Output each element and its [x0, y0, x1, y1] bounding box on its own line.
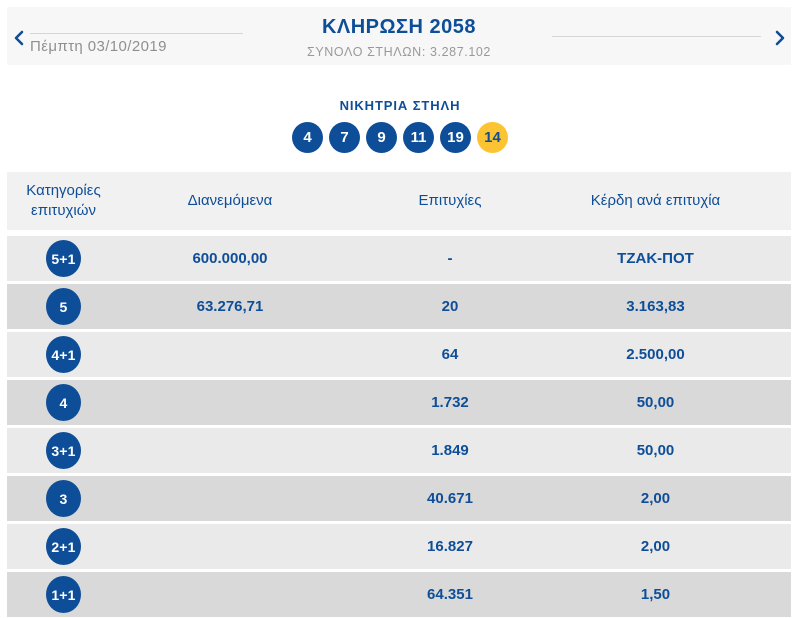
winnings-cell: 3.163,83: [626, 298, 685, 315]
column-header-categories: Κατηγορίες επιτυχιών: [26, 181, 101, 219]
draw-date-block: Πέμπτη 03/10/2019: [30, 33, 243, 55]
winning-number-ball: 4: [292, 122, 323, 153]
results-table: Κατηγορίες επιτυχιών Διανεμόμενα Επιτυχί…: [7, 172, 791, 617]
next-draw-button[interactable]: [771, 29, 789, 47]
winning-number-ball: 11: [403, 122, 434, 153]
category-cell: 5+1: [7, 236, 120, 281]
table-row: 5 63.276,71 20 3.163,83: [7, 284, 791, 329]
distributed-cell: [120, 524, 340, 569]
winnings-cell: 50,00: [636, 394, 675, 411]
category-badge-label: 1+1: [46, 576, 81, 613]
distributed-cell: [120, 380, 340, 425]
table-row: 4+1 64 2.500,00: [7, 332, 791, 377]
winners-cell: 1.849: [431, 442, 469, 459]
previous-draw-button[interactable]: [9, 29, 27, 47]
distributed-cell: 600.000,00: [192, 250, 268, 267]
winners-cell: 64: [441, 346, 459, 363]
category-badge-label: 4+1: [46, 336, 81, 373]
category-badge-label: 2+1: [46, 528, 81, 565]
total-columns-label: ΣΥΝΟΛΟ ΣΤΗΛΩΝ: 3.287.102: [307, 45, 491, 59]
category-cell: 1+1: [7, 572, 120, 617]
winnings-cell: 2,00: [640, 490, 671, 507]
distributed-cell: [120, 428, 340, 473]
winnings-cell: 2.500,00: [626, 346, 685, 363]
winning-number-ball: 9: [366, 122, 397, 153]
category-cell: 5: [7, 284, 120, 329]
table-row: 1+1 64.351 1,50: [7, 572, 791, 617]
category-badge-label: 3: [46, 480, 81, 517]
winners-cell: 20: [441, 298, 459, 315]
winning-column-title: ΝΙΚΗΤΡΙΑ ΣΤΗΛΗ: [339, 98, 461, 113]
category-badge-label: 5: [46, 288, 81, 325]
column-header-winnings: Κέρδη ανά επιτυχία: [590, 191, 721, 209]
table-row: 2+1 16.827 2,00: [7, 524, 791, 569]
category-badge-label: 3+1: [46, 432, 81, 469]
winners-cell: 1.732: [431, 394, 469, 411]
winners-cell: 16.827: [427, 538, 473, 555]
category-cell: 2+1: [7, 524, 120, 569]
results-table-header: Κατηγορίες επιτυχιών Διανεμόμενα Επιτυχί…: [7, 172, 791, 230]
draw-heading-block: ΚΛΗΡΩΣΗ 2058 ΣΥΝΟΛΟ ΣΤΗΛΩΝ: 3.287.102: [307, 16, 491, 59]
distributed-cell: 63.276,71: [196, 298, 264, 315]
left-divider-line: [30, 33, 243, 34]
draw-date: Πέμπτη 03/10/2019: [30, 38, 167, 55]
winnings-cell: 50,00: [636, 442, 675, 459]
category-cell: 4: [7, 380, 120, 425]
distributed-cell: [120, 572, 340, 617]
category-cell: 3+1: [7, 428, 120, 473]
results-body: 5+1 600.000,00 - ΤΖΑΚ-ΠΟΤ 5 63.276,71 20…: [7, 236, 791, 617]
winners-cell: -: [447, 250, 453, 267]
winners-cell: 40.671: [427, 490, 473, 507]
winnings-cell: 2,00: [640, 538, 671, 555]
winning-column-section: ΝΙΚΗΤΡΙΑ ΣΤΗΛΗ 4 7 9 11 19 14: [0, 98, 800, 153]
category-badge-label: 5+1: [46, 240, 81, 277]
winning-numbers: 4 7 9 11 19 14: [0, 122, 800, 153]
winning-number-ball: 7: [329, 122, 360, 153]
table-row: 3 40.671 2,00: [7, 476, 791, 521]
winnings-cell: 1,50: [640, 586, 671, 603]
distributed-cell: [120, 476, 340, 521]
chevron-right-icon: [775, 30, 786, 46]
winning-number-ball: 14: [477, 122, 508, 153]
winners-cell: 64.351: [427, 586, 473, 603]
table-row: 5+1 600.000,00 - ΤΖΑΚ-ΠΟΤ: [7, 236, 791, 281]
category-cell: 4+1: [7, 332, 120, 377]
winning-number-ball: 19: [440, 122, 471, 153]
draw-title: ΚΛΗΡΩΣΗ 2058: [321, 16, 477, 38]
category-cell: 3: [7, 476, 120, 521]
category-badge-label: 4: [46, 384, 81, 421]
draw-results-page: Πέμπτη 03/10/2019 ΚΛΗΡΩΣΗ 2058 ΣΥΝΟΛΟ ΣΤ…: [0, 0, 800, 618]
table-row: 4 1.732 50,00: [7, 380, 791, 425]
draw-navigation-bar: Πέμπτη 03/10/2019 ΚΛΗΡΩΣΗ 2058 ΣΥΝΟΛΟ ΣΤ…: [7, 7, 791, 65]
distributed-cell: [120, 332, 340, 377]
chevron-left-icon: [13, 30, 24, 46]
winnings-cell: ΤΖΑΚ-ΠΟΤ: [617, 250, 694, 267]
table-row: 3+1 1.849 50,00: [7, 428, 791, 473]
column-header-distributed: Διανεμόμενα: [187, 191, 273, 209]
right-divider-line: [552, 36, 761, 37]
column-header-winners: Επιτυχίες: [418, 191, 482, 209]
